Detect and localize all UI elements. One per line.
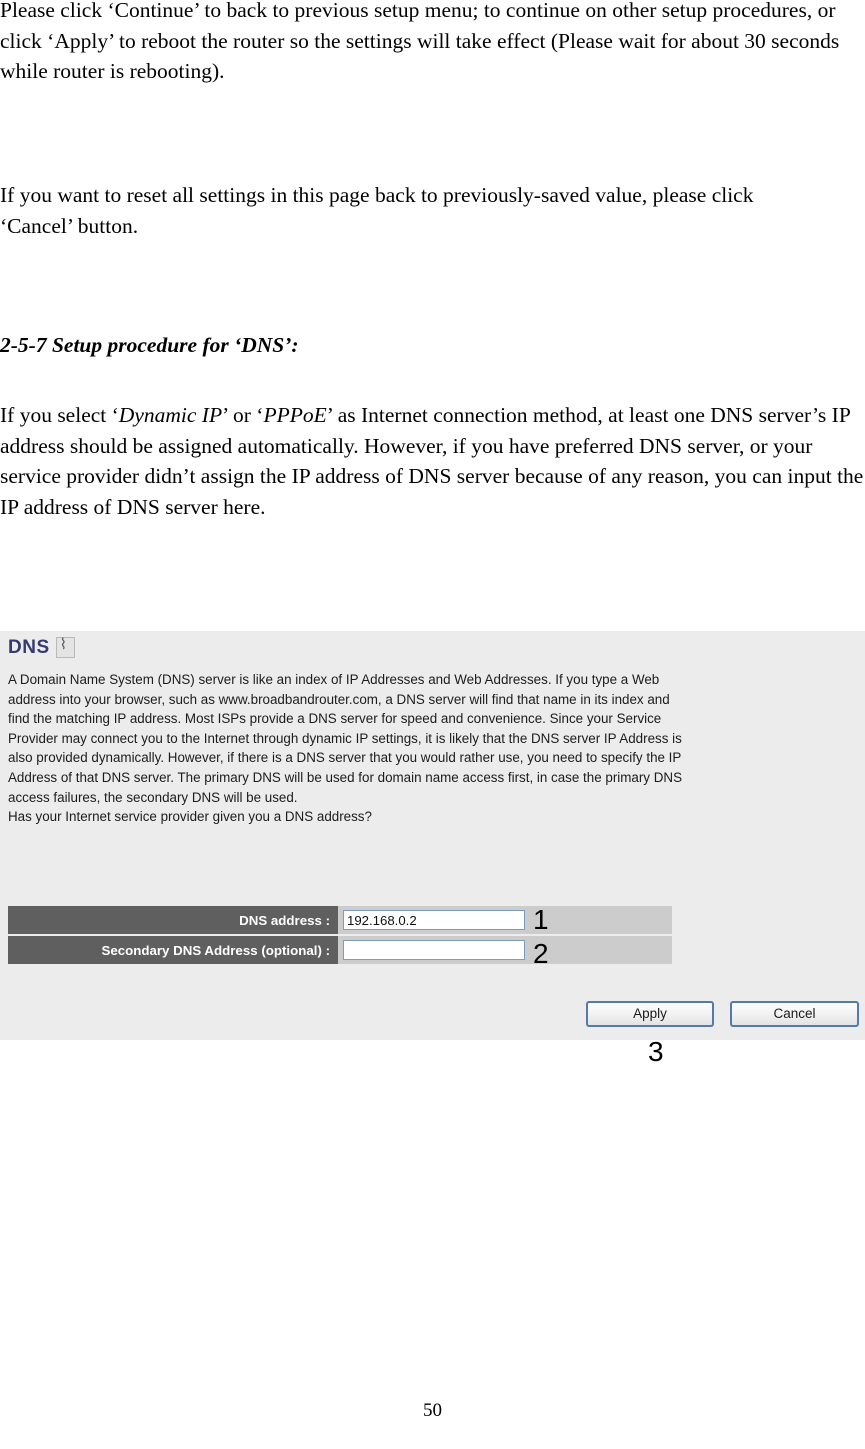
secondary-dns-address-cell [338,936,672,966]
cancel-button[interactable]: Cancel [730,1001,859,1027]
dns-address-input[interactable] [343,910,525,930]
table-row: Secondary DNS Address (optional) : [8,936,672,966]
broken-image-icon [55,635,75,658]
dns-address-label: DNS address : [8,906,338,936]
callout-number-2: 2 [533,938,549,969]
page-number: 50 [423,1400,442,1421]
paragraph-continue-apply: Please click ‘Continue’ to back to previ… [0,0,840,83]
panel-title: DNS [8,637,50,658]
dns-form-table: DNS address : Secondary DNS Address (opt… [8,906,672,966]
dns-settings-panel: DNS A Domain Name System (DNS) server is… [0,631,865,1040]
section-heading-2-5-7: 2-5-7 Setup procedure for ‘DNS’: [0,333,299,357]
apply-button[interactable]: Apply [586,1001,714,1027]
secondary-dns-address-label: Secondary DNS Address (optional) : [8,936,338,966]
secondary-dns-address-input[interactable] [343,940,525,960]
panel-header: DNS [8,635,75,659]
dynamic-ip-emphasis: Dynamic IP [118,403,223,427]
callout-number-3: 3 [648,1036,664,1067]
dns-intro-part1: If you select ‘ [0,403,119,427]
dns-intro-part2: ’ or ‘ [222,403,264,427]
dns-address-cell [338,906,672,936]
table-row: DNS address : [8,906,672,936]
panel-button-row: Apply Cancel [0,1001,865,1033]
paragraph-dns-intro: If you select ‘Dynamic IP’ or ‘PPPoE’ as… [0,400,865,522]
callout-number-1: 1 [533,904,549,935]
pppoe-emphasis: PPPoE [263,403,327,427]
paragraph-reset-cancel: If you want to reset all settings in thi… [0,183,754,238]
panel-description-text: A Domain Name System (DNS) server is lik… [8,672,682,825]
